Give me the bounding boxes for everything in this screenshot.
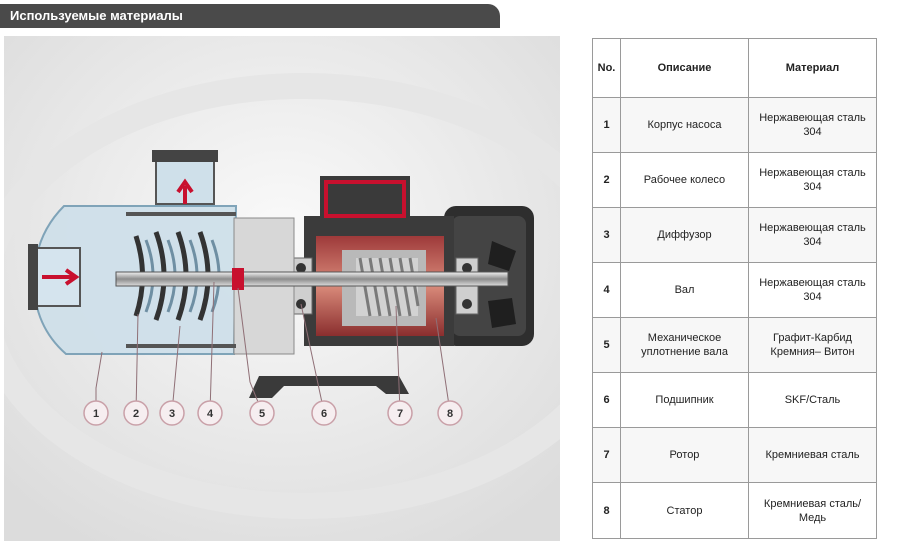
row-material: Графит-Карбид Кремния– Витон [748,317,877,373]
table-header-row: No. Описание Материал [592,38,877,98]
table-row: 8 Статор Кремниевая сталь/ Медь [592,482,877,539]
row-description: Корпус насоса [620,97,749,153]
column-header-description: Описание [620,38,749,98]
column-header-material: Материал [748,38,877,98]
column-header-no: No. [592,38,621,98]
row-number: 7 [592,427,621,483]
row-number: 1 [592,97,621,153]
section-header: Используемые материалы [0,4,500,28]
row-number: 6 [592,372,621,428]
row-material: Нержавеющая сталь 304 [748,262,877,318]
pump-cutaway-diagram: 1 2 3 4 5 6 7 8 [4,36,560,541]
callout-number-2: 2 [133,408,139,420]
table-row: 1 Корпус насоса Нержавеющая сталь 304 [592,97,877,153]
row-number: 3 [592,207,621,263]
callout-number-6: 6 [321,408,327,420]
row-material: Нержавеющая сталь 304 [748,97,877,153]
callout-number-3: 3 [169,408,175,420]
table-row: 3 Диффузор Нержавеющая сталь 304 [592,207,877,263]
callout-number-7: 7 [397,408,403,420]
table-row: 7 Ротор Кремниевая сталь [592,427,877,483]
mechanical-seal [232,268,244,290]
callout-number-4: 4 [207,408,214,420]
table-row: 5 Механическое уплотнение вала Графит-Ка… [592,317,877,373]
row-material: Нержавеющая сталь 304 [748,207,877,263]
table-row: 4 Вал Нержавеющая сталь 304 [592,262,877,318]
row-number: 5 [592,317,621,373]
table-row: 6 Подшипник SKF/Сталь [592,372,877,428]
table-row: 2 Рабочее колесо Нержавеющая сталь 304 [592,152,877,208]
row-number: 4 [592,262,621,318]
row-description: Вал [620,262,749,318]
row-number: 8 [592,482,621,539]
row-description: Диффузор [620,207,749,263]
callout-number-8: 8 [447,408,453,420]
row-material: Нержавеющая сталь 304 [748,152,877,208]
row-material: SKF/Сталь [748,372,877,428]
row-description: Подшипник [620,372,749,428]
row-description: Ротор [620,427,749,483]
row-number: 2 [592,152,621,208]
callout-number-5: 5 [259,408,265,420]
row-description: Механическое уплотнение вала [620,317,749,373]
row-description: Статор [620,482,749,539]
pump-shaft [115,271,509,287]
section-title: Используемые материалы [10,8,183,23]
materials-table: No. Описание Материал 1 Корпус насоса Не… [592,38,877,539]
callout-number-1: 1 [93,408,99,420]
row-description: Рабочее колесо [620,152,749,208]
row-material: Кремниевая сталь/ Медь [748,482,877,539]
row-material: Кремниевая сталь [748,427,877,483]
